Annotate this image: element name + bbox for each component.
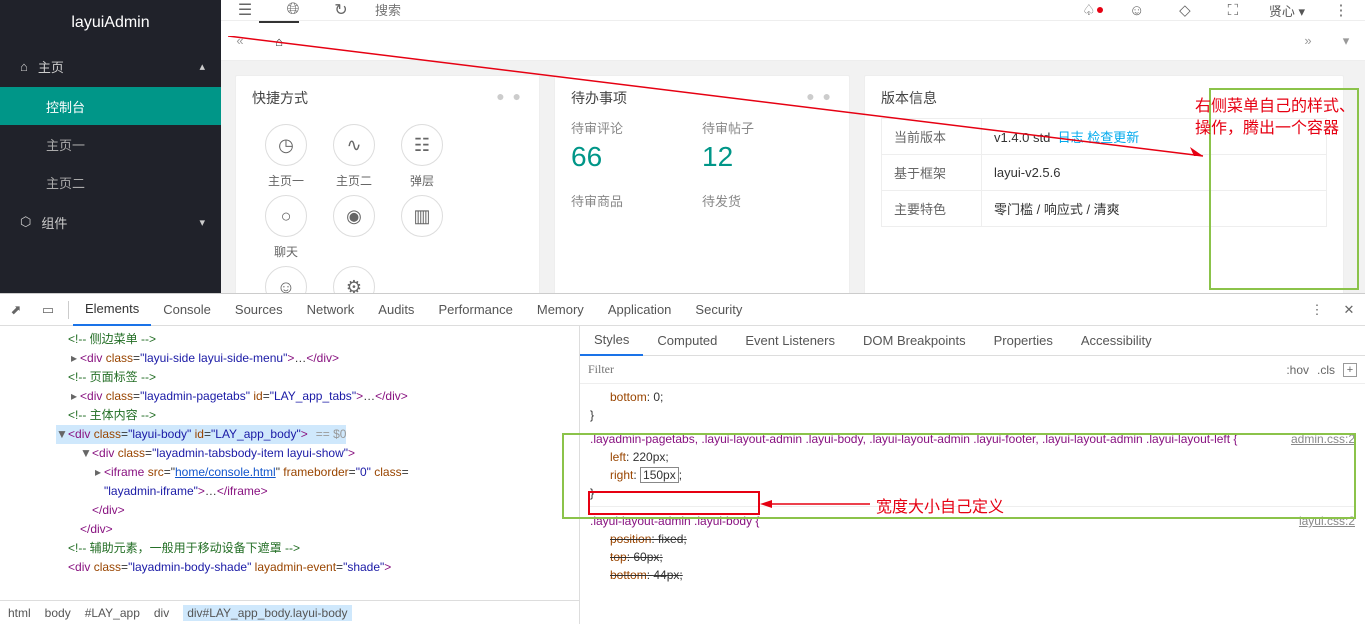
link-update[interactable]: 检查更新 xyxy=(1087,130,1139,145)
tab-console[interactable]: Console xyxy=(151,294,223,326)
ver-val: layui-v2.5.6 xyxy=(982,155,1327,191)
home-icon: ⌂ xyxy=(20,59,28,74)
tab-performance[interactable]: Performance xyxy=(426,294,524,326)
gauge-icon: ◷ xyxy=(265,124,307,166)
note-icon[interactable]: ◇ xyxy=(1161,1,1209,19)
todo-value: 66 xyxy=(571,141,702,173)
subtab-dom-bp[interactable]: DOM Breakpoints xyxy=(849,326,980,356)
close-icon[interactable]: ✕ xyxy=(1333,302,1365,318)
shortcut-item[interactable]: ○聊天 xyxy=(252,195,320,260)
kebab-icon[interactable]: ⋮ xyxy=(1301,302,1333,318)
theme-icon[interactable]: ☺ xyxy=(1113,2,1161,19)
compass-icon: ◉ xyxy=(333,195,375,237)
card-todo-title: 待办事项 xyxy=(571,88,627,108)
subtab-computed[interactable]: Computed xyxy=(643,326,731,356)
bar-icon: ▥ xyxy=(401,195,443,237)
card-shortcut: 快捷方式● ● ◷主页一 ∿主页二 ☷弹层 ○聊天 ◉ ▥ ☺ ⚙ xyxy=(235,75,540,327)
bell-icon[interactable]: ♤ xyxy=(1065,1,1113,19)
src-link[interactable]: admin.css:2 xyxy=(1291,430,1355,448)
styles-pane[interactable]: bottom: 0; } admin.css:2.layadmin-pageta… xyxy=(580,384,1365,624)
add-rule-icon[interactable]: + xyxy=(1343,363,1357,377)
ver-key: 基于框架 xyxy=(882,155,982,191)
refresh-icon[interactable]: ↻ xyxy=(317,0,365,20)
sidebar: layuiAdmin ⌂ 主页 ▴ 控制台 主页一 主页二 ⬡ 组件 ▾ xyxy=(0,0,221,293)
shortcut-item[interactable]: ☷弹层 xyxy=(388,124,456,189)
todo-value: 12 xyxy=(702,141,833,173)
card-version-title: 版本信息 xyxy=(881,88,937,108)
globe-icon[interactable]: 🌐︎ xyxy=(269,1,317,19)
shortcut-item[interactable]: ◉ xyxy=(320,195,388,260)
shortcut-item[interactable]: ∿主页二 xyxy=(320,124,388,189)
tabs-dropdown[interactable]: ▾ xyxy=(1327,33,1365,49)
fullscreen-icon[interactable]: ⛶ xyxy=(1209,2,1257,19)
tab-security[interactable]: Security xyxy=(683,294,754,326)
card-dots[interactable]: ● ● xyxy=(806,88,833,108)
elements-tree[interactable]: <!-- 侧边菜单 --> ▸<div class="layui-side la… xyxy=(0,326,579,600)
tab-home[interactable]: ⌂ xyxy=(259,21,299,61)
tab-network[interactable]: Network xyxy=(295,294,367,326)
ver-key: 当前版本 xyxy=(882,119,982,155)
card-todo: 待办事项 ● ● 待审评论 66 待审帖子 12 待审商品 待发货 xyxy=(554,75,850,327)
breadcrumb[interactable]: html body #LAY_app div div#LAY_app_body.… xyxy=(0,600,579,624)
tabs-next[interactable]: » xyxy=(1289,33,1327,48)
topbar: ☰ 🌐︎ ↻ ♤ ☺ ◇ ⛶ 贤心 ▾ ⋮ xyxy=(221,0,1365,21)
pulse-icon: ∿ xyxy=(333,124,375,166)
chevron-up-icon: ▴ xyxy=(199,60,205,73)
cls-toggle[interactable]: .cls xyxy=(1317,363,1335,377)
tab-audits[interactable]: Audits xyxy=(366,294,426,326)
page-tabs: « ⌂ » ▾ xyxy=(221,21,1365,61)
todo-label: 待审商品 xyxy=(571,191,702,210)
src-link[interactable]: layui.css:2 xyxy=(1299,512,1355,530)
subtab-a11y[interactable]: Accessibility xyxy=(1067,326,1166,356)
tabs-prev[interactable]: « xyxy=(221,33,259,48)
submenu-home1[interactable]: 主页一 xyxy=(0,125,221,163)
todo-label: 待审帖子 xyxy=(702,118,833,137)
stack-icon: ☷ xyxy=(401,124,443,166)
shortcut-item[interactable]: ▥ xyxy=(388,195,456,260)
cube-icon: ⬡ xyxy=(20,214,31,230)
home-tab-icon: ⌂ xyxy=(275,34,283,49)
submenu-home2[interactable]: 主页二 xyxy=(0,163,221,201)
chat-icon: ○ xyxy=(265,195,307,237)
user-menu[interactable]: 贤心 ▾ xyxy=(1257,1,1317,20)
chevron-down-icon: ▾ xyxy=(199,216,205,229)
devtools: ⬈ ▭ Elements Console Sources Network Aud… xyxy=(0,293,1365,624)
card-dots[interactable]: ● ● xyxy=(496,88,523,108)
submenu-console[interactable]: 控制台 xyxy=(0,87,221,125)
tab-memory[interactable]: Memory xyxy=(525,294,596,326)
ver-key: 主要特色 xyxy=(882,191,982,227)
subtab-props[interactable]: Properties xyxy=(980,326,1067,356)
collapse-icon[interactable]: ☰ xyxy=(221,0,269,20)
todo-label: 待审评论 xyxy=(571,118,702,137)
brand-logo: layuiAdmin xyxy=(0,0,221,45)
inspect-icon[interactable]: ⬈ xyxy=(0,302,32,318)
menu-home[interactable]: ⌂ 主页 ▴ xyxy=(0,45,221,87)
card-version: 版本信息 当前版本 v1.4.0 std 日志 检查更新 基于框架layui-v2… xyxy=(864,75,1344,327)
subtab-listeners[interactable]: Event Listeners xyxy=(731,326,849,356)
ver-val: 零门槛 / 响应式 / 清爽 xyxy=(982,191,1327,227)
link-log[interactable]: 日志 xyxy=(1058,130,1084,145)
styles-filter[interactable] xyxy=(588,362,743,377)
tab-elements[interactable]: Elements xyxy=(73,294,151,326)
tab-application[interactable]: Application xyxy=(596,294,684,326)
tab-sources[interactable]: Sources xyxy=(223,294,295,326)
ver-val: v1.4.0 std xyxy=(994,130,1050,145)
device-icon[interactable]: ▭ xyxy=(32,302,64,318)
card-shortcut-title: 快捷方式 xyxy=(252,88,308,108)
search-input[interactable] xyxy=(375,3,575,18)
hov-toggle[interactable]: :hov xyxy=(1286,363,1309,377)
todo-label: 待发货 xyxy=(702,191,833,210)
menu-component[interactable]: ⬡ 组件 ▾ xyxy=(0,201,221,243)
menu-component-label: 组件 xyxy=(41,213,67,232)
menu-home-label: 主页 xyxy=(38,57,64,76)
more-icon[interactable]: ⋮ xyxy=(1317,1,1365,19)
edit-value[interactable]: 150px xyxy=(640,467,679,483)
shortcut-item[interactable]: ◷主页一 xyxy=(252,124,320,189)
subtab-styles[interactable]: Styles xyxy=(580,326,643,356)
